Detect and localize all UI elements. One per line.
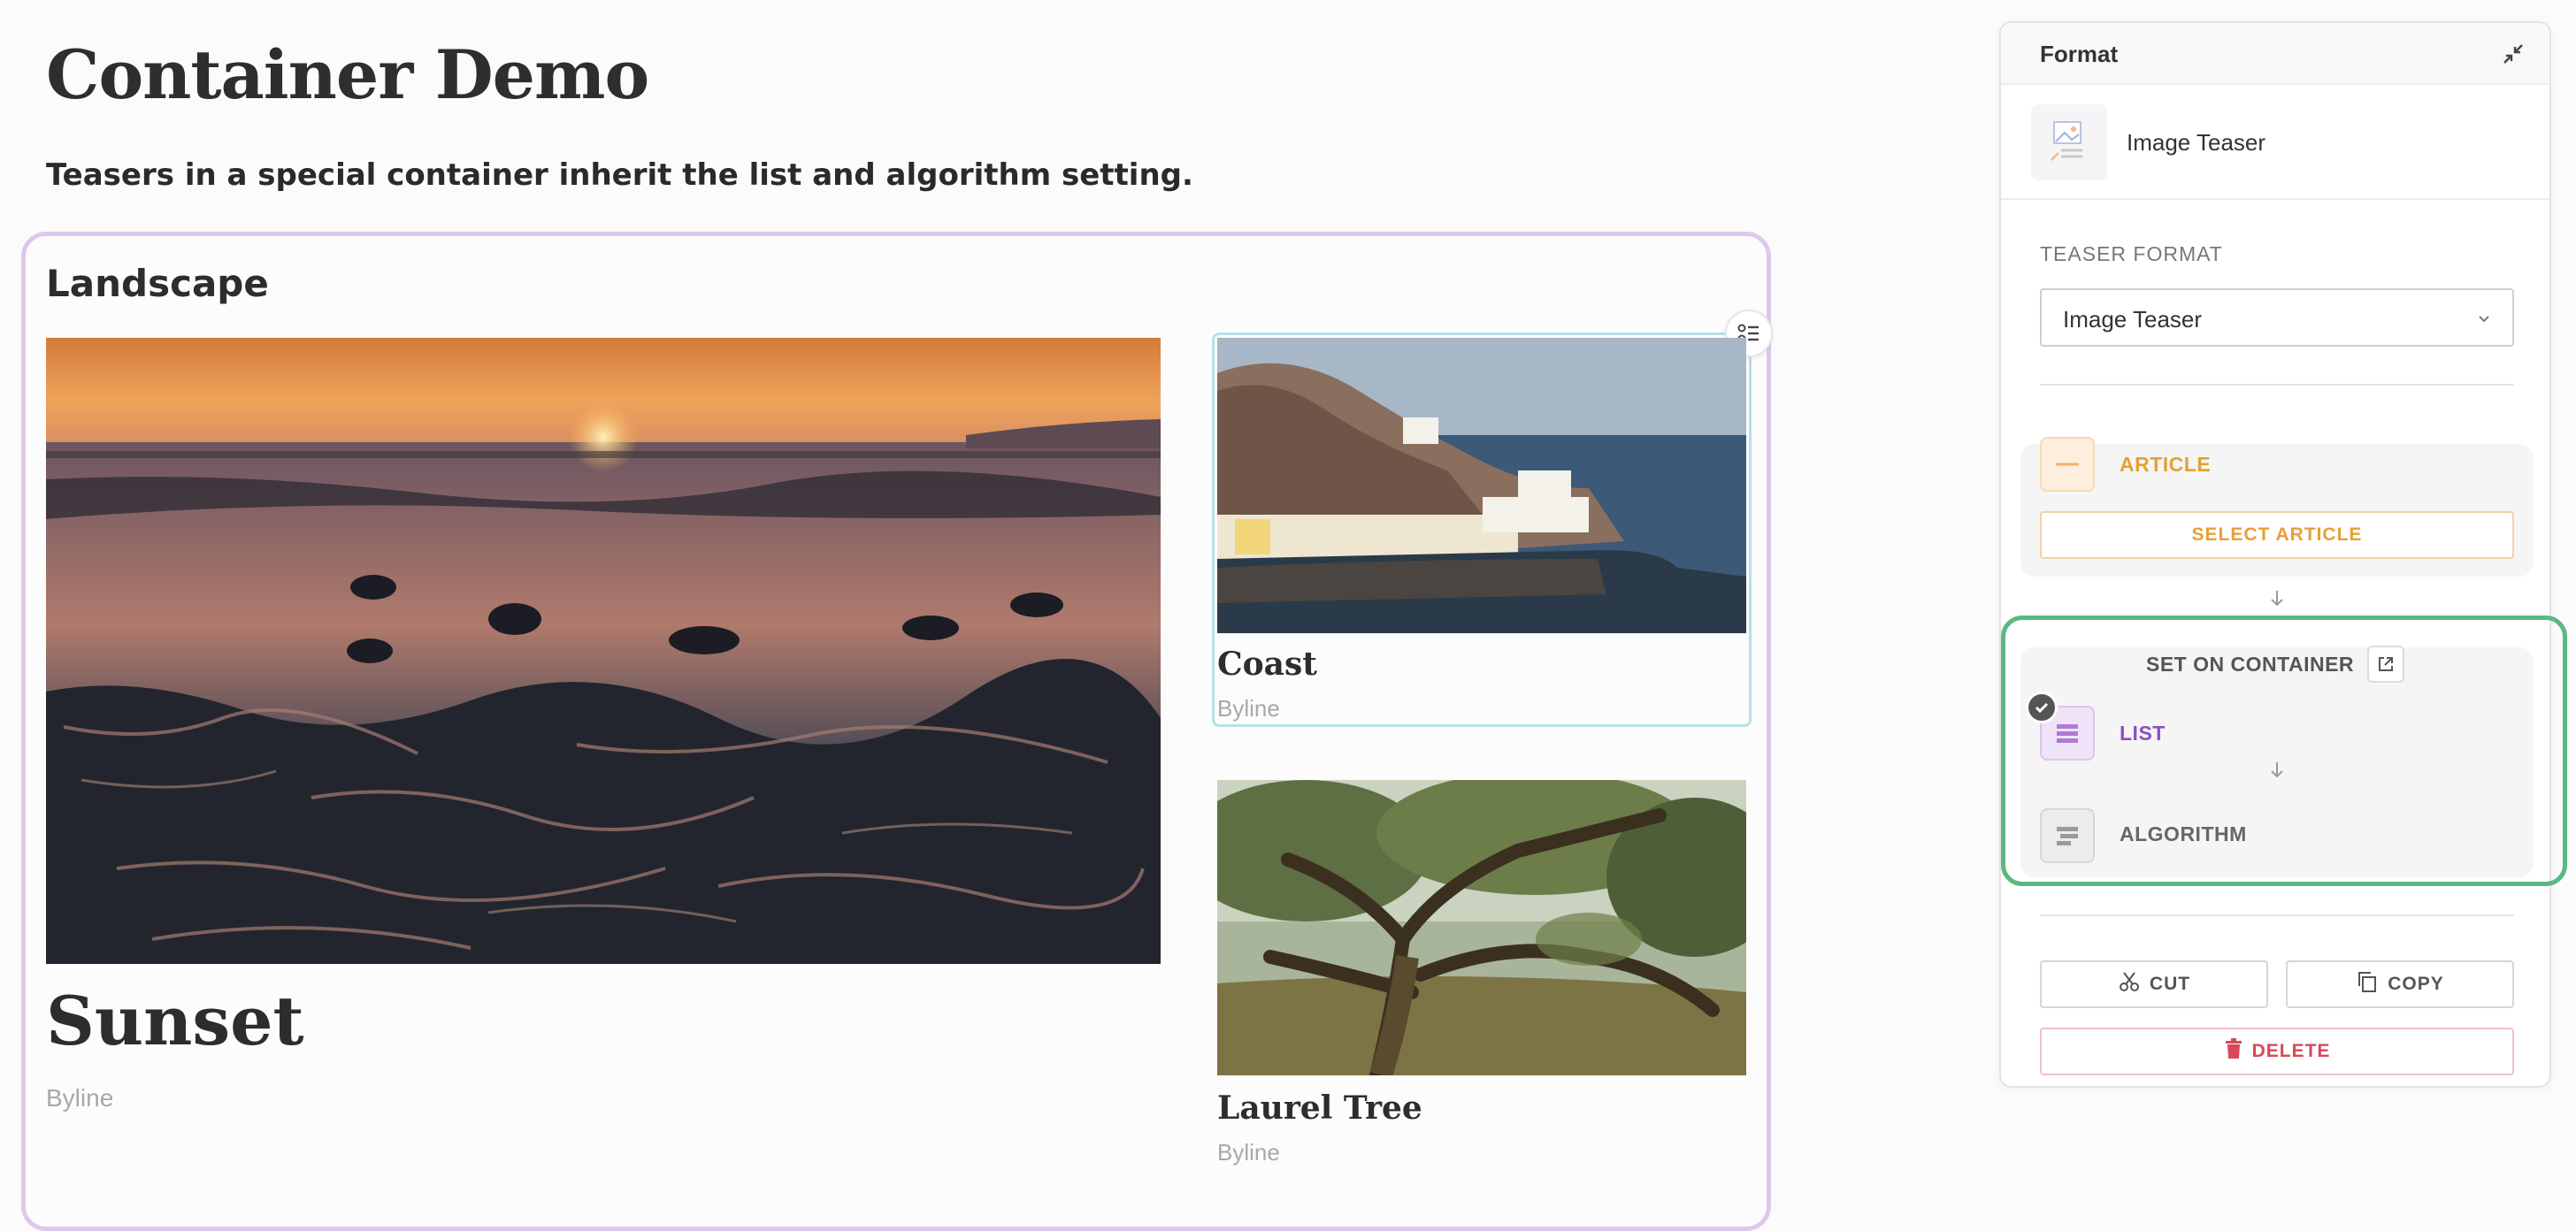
copy-icon <box>2356 970 2379 998</box>
section-divider <box>2040 914 2514 916</box>
container-title: Landscape <box>46 262 269 305</box>
teaser-title-laurel-tree[interactable]: Laurel Tree <box>1217 1090 1422 1127</box>
teaser-format-value: Image Teaser <box>2063 306 2203 333</box>
teaser-byline-sunset: Byline <box>46 1084 114 1112</box>
teaser-format-label: TEASER FORMAT <box>2040 242 2223 265</box>
laurel-tree-image[interactable] <box>1217 780 1746 1075</box>
teaser-byline-laurel-tree: Byline <box>1217 1139 1280 1166</box>
collapse-icon[interactable] <box>2498 39 2528 69</box>
sunset-image[interactable] <box>46 338 1161 964</box>
cut-button[interactable]: CUT <box>2040 960 2268 1008</box>
trash-icon <box>2224 1038 2243 1065</box>
teaser-byline-coast: Byline <box>1217 695 1280 722</box>
teaser-type-name: Image Teaser <box>2127 129 2266 156</box>
scissors-icon <box>2118 970 2141 998</box>
cut-label: CUT <box>2149 974 2191 994</box>
page-title: Container Demo <box>46 35 649 114</box>
panel-header: Format <box>2001 23 2549 85</box>
panel-divider <box>2001 198 2549 200</box>
copy-label: COPY <box>2388 974 2444 994</box>
section-divider <box>2040 384 2514 386</box>
panel-title: Format <box>2040 41 2119 67</box>
coast-image[interactable] <box>1217 338 1746 633</box>
copy-button[interactable]: COPY <box>2286 960 2514 1008</box>
set-on-container-highlight <box>2001 616 2567 886</box>
chevron-down-icon <box>2475 310 2493 327</box>
teaser-format-select[interactable]: Image Teaser <box>2040 288 2514 347</box>
select-article-button[interactable]: SELECT ARTICLE <box>2040 511 2514 559</box>
format-panel: Format Image Teaser TEASER FORMAT Image … <box>1999 21 2551 1088</box>
page-subtitle: Teasers in a special container inherit t… <box>46 157 1193 193</box>
teaser-title-sunset[interactable]: Sunset <box>46 982 304 1060</box>
image-teaser-icon <box>2031 104 2107 180</box>
article-icon <box>2040 437 2095 492</box>
article-label: ARTICLE <box>2120 453 2212 476</box>
delete-label: DELETE <box>2251 1041 2331 1061</box>
delete-button[interactable]: DELETE <box>2040 1028 2514 1075</box>
teaser-title-coast[interactable]: Coast <box>1217 646 1317 683</box>
arrow-down-icon <box>2266 587 2288 608</box>
